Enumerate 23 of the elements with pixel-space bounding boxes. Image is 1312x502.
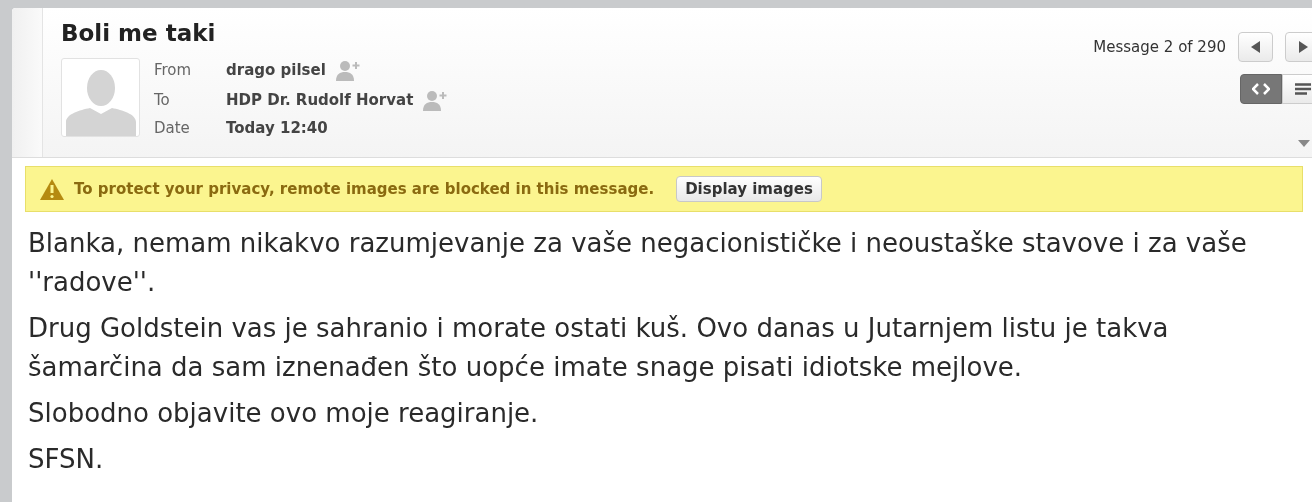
caret-icon[interactable] [1298, 140, 1310, 147]
display-images-button[interactable]: Display images [676, 176, 822, 202]
code-icon [1252, 83, 1270, 95]
right-triangle-icon [1297, 41, 1308, 53]
next-button[interactable] [1285, 32, 1312, 62]
body-paragraph: Slobodno objavite ovo moje reagiranje. [28, 397, 540, 430]
code-view-button[interactable] [1240, 74, 1282, 104]
banner-text: To protect your privacy, remote images are blocked in this message. [74, 180, 655, 198]
previous-button[interactable] [1238, 32, 1273, 62]
warning-icon [40, 178, 64, 200]
field-label: Date [154, 118, 191, 137]
field-label: To [154, 90, 171, 109]
lines-icon [1295, 83, 1311, 95]
field-value: Today 12:40 [226, 118, 328, 137]
field-value: HDP Dr. Rudolf Horvat [226, 90, 414, 109]
text-view-button[interactable] [1282, 74, 1312, 104]
left-triangle-icon [1250, 41, 1261, 53]
field-value: drago pilsel [226, 60, 326, 79]
field-label: From [154, 60, 193, 79]
body-paragraph: Drug Goldstein vas je sahranio i morate ostati kuš. Ovo danas u Jutarnjem listu je takva šamarčina da sam iznenađen što uopće imate snage pisati idiotske mejlove. [28, 312, 1170, 384]
body-paragraph: Blanka, nemam nikakvo razumjevanje za vaše negacionističke i neoustaške stavove i za vaše ''radove''. [28, 227, 1248, 299]
body-paragraph: SFSN. [28, 443, 105, 476]
message-counter: Message 2 of 290 [1093, 38, 1226, 56]
